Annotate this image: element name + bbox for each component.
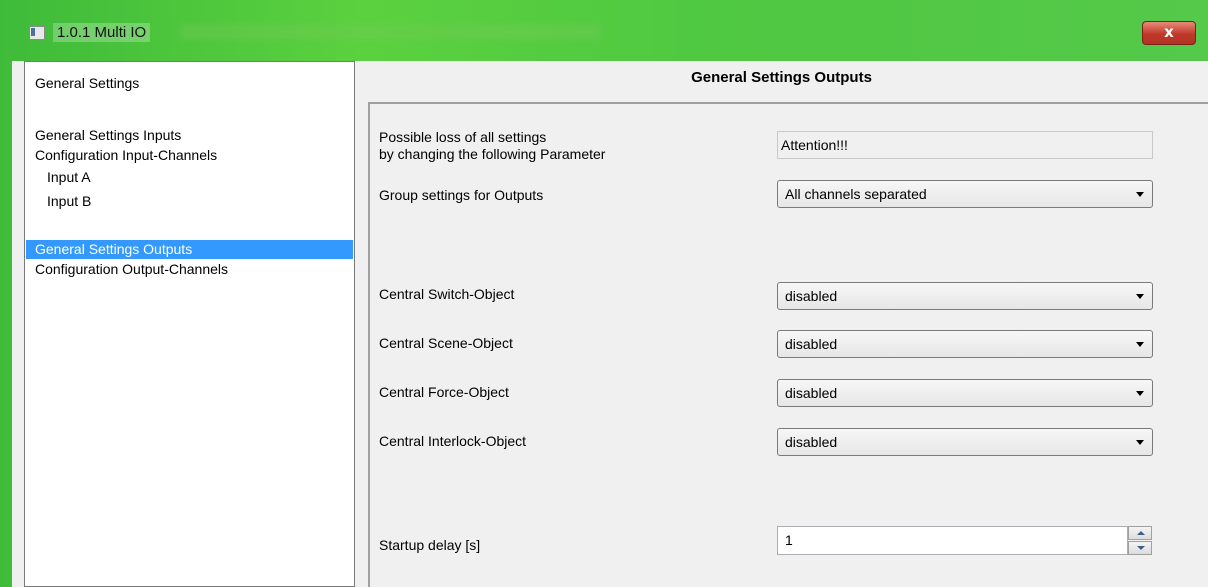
group-settings-value: All channels separated [785,186,927,202]
panel-title: General Settings Outputs [691,69,872,86]
central-interlock-label: Central Interlock-Object [379,433,527,449]
tree-item-configuration-input-channels[interactable]: Configuration Input-Channels [35,146,217,165]
chevron-down-icon [1136,192,1144,197]
central-scene-label: Central Scene-Object [379,335,513,351]
central-force-label: Central Force-Object [379,384,509,400]
chevron-down-icon [1136,294,1144,299]
central-scene-select[interactable]: disabled [777,330,1153,358]
spin-up-button[interactable] [1128,526,1152,540]
settings-tree: General Settings General Settings Inputs… [24,61,355,587]
tree-item-input-a[interactable]: Input A [47,168,91,187]
arrow-up-icon [1137,531,1145,535]
central-switch-select[interactable]: disabled [777,282,1153,310]
chevron-down-icon [1136,342,1144,347]
central-switch-value: disabled [785,288,838,304]
startup-delay-label: Startup delay [s] [379,537,481,553]
chevron-down-icon [1136,391,1144,396]
close-button[interactable]: x [1142,21,1196,45]
central-interlock-value: disabled [785,434,838,450]
tree-item-general-settings-inputs[interactable]: General Settings Inputs [35,126,181,145]
group-settings-select[interactable]: All channels separated [777,180,1153,208]
tree-item-input-b[interactable]: Input B [47,192,91,211]
central-force-select[interactable]: disabled [777,379,1153,407]
title-bar[interactable]: 1.0.1 Multi IO x [0,0,1208,45]
warning-label-line2: by changing the following Parameter [379,146,606,162]
tree-item-general-settings[interactable]: General Settings [35,74,139,93]
arrow-down-icon [1137,546,1145,550]
tree-item-general-settings-outputs[interactable]: General Settings Outputs [26,240,353,259]
spin-down-button[interactable] [1128,541,1152,555]
blurred-menu-area [180,24,600,40]
group-settings-label: Group settings for Outputs [379,187,544,203]
central-interlock-select[interactable]: disabled [777,428,1153,456]
app-icon [29,26,45,40]
central-scene-value: disabled [785,336,838,352]
warning-label-line1: Possible loss of all settings [379,129,547,145]
chevron-down-icon [1136,440,1144,445]
central-switch-label: Central Switch-Object [379,286,515,302]
startup-delay-input[interactable]: 1 [777,526,1128,555]
central-force-value: disabled [785,385,838,401]
warning-value: Attention!!! [777,131,1153,159]
window-title: 1.0.1 Multi IO [53,23,151,42]
tree-item-configuration-output-channels[interactable]: Configuration Output-Channels [35,260,228,279]
